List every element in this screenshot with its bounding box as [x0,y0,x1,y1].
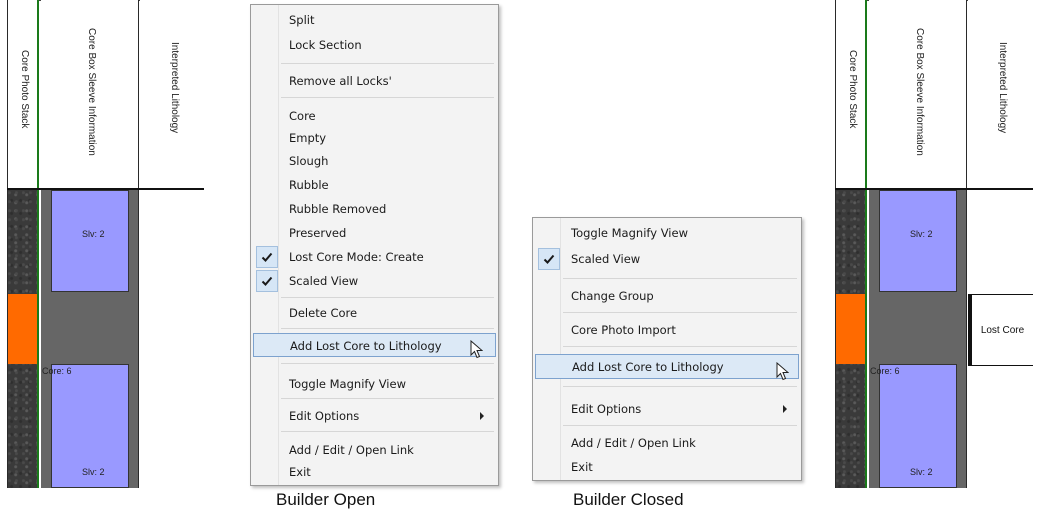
lost-core-label: Lost Core [980,324,1025,336]
core-photo-column[interactable]: Core Photo Stack [835,0,867,488]
menu-item-change-group[interactable]: Change Group [535,285,799,307]
menu-item-toggle-magnify[interactable]: Toggle Magnify View [253,373,496,395]
core-sleeve-body: Slv: 2 Core: 6 Slv: 2 [869,190,966,488]
lithology-header: Interpreted Lithology [140,0,204,188]
menu-item-rubble[interactable]: Rubble [253,174,496,196]
menu-item-exit[interactable]: Exit [253,461,496,483]
core-photo-header: Core Photo Stack [8,0,37,188]
menu-item-rubble-removed[interactable]: Rubble Removed [253,198,496,220]
menu-item-delete-core[interactable]: Delete Core [253,302,496,324]
menu-item-edit-options[interactable]: Edit Options [535,398,799,420]
menu-item-core-photo-import[interactable]: Core Photo Import [535,319,799,341]
menu-separator [281,97,494,98]
menu-item-add-lost-core[interactable]: Add Lost Core to Lithology [535,354,799,381]
menu-item-split[interactable]: Split [253,9,496,31]
menu-separator [281,398,494,399]
menu-item-lock-section[interactable]: Lock Section [253,34,496,56]
lithology-header-label: Interpreted Lithology [997,42,1008,134]
caption-builder-open: Builder Open [276,490,376,509]
core-photo-strip [8,190,37,488]
check-icon [256,270,278,292]
menu-item-preserved[interactable]: Preserved [253,222,496,244]
core-sleeve-body: Slv: 2 Core: 6 Slv: 2 [41,190,138,488]
core-sleeve-header: Core Box Sleeve Information [869,0,966,188]
lithology-header: Interpreted Lithology [968,0,1033,188]
menu-item-empty[interactable]: Empty [253,127,496,149]
sleeve-block-2[interactable]: Core: 6 Slv: 2 [42,364,129,488]
menu-item-core[interactable]: Core [253,105,496,127]
core-sleeve-column[interactable]: Core Box Sleeve Information Slv: 2 Core:… [869,0,967,488]
core-sleeve-column[interactable]: Core Box Sleeve Information Slv: 2 Core:… [41,0,139,488]
menu-item-remove-all-locks[interactable]: Remove all Locks' [253,70,496,92]
lithology-column[interactable]: Interpreted Lithology [140,0,204,488]
core-log-panel-open: Core Photo Stack Core Box Sleeve Informa… [7,0,204,488]
submenu-arrow-icon [783,405,787,413]
sleeve-block-2-top-label: Core: 6 [42,366,72,376]
core-log-panel-closed: Core Photo Stack Core Box Sleeve Informa… [835,0,1033,488]
sleeve-block-1-label: Slv: 2 [82,229,105,239]
sleeve-block-2-bottom-label: Slv: 2 [82,467,105,477]
lithology-header-label: Interpreted Lithology [169,42,180,134]
core-sleeve-header: Core Box Sleeve Information [41,0,138,188]
menu-separator [563,346,797,347]
core-sleeve-header-label: Core Box Sleeve Information [86,28,97,156]
menu-item-edit-options[interactable]: Edit Options [253,405,496,427]
menu-separator [281,63,494,64]
menu-separator [281,431,494,432]
context-menu-builder-closed: Toggle Magnify View Scaled View Change G… [532,217,802,481]
core-photo-column[interactable]: Core Photo Stack [7,0,39,488]
header-divider [835,188,1033,190]
menu-separator [281,328,494,329]
menu-separator [281,297,494,298]
mouse-pointer-icon [776,362,789,381]
lost-core-lithology-box[interactable]: Lost Core [968,294,1033,366]
mouse-pointer-icon [470,340,483,359]
check-icon [256,246,278,268]
context-menu-builder-open: Split Lock Section Remove all Locks' Cor… [250,4,499,486]
core-photo-header: Core Photo Stack [836,0,865,188]
menu-item-slough[interactable]: Slough [253,150,496,172]
core-photo-lost-section [836,294,865,364]
menu-item-toggle-magnify[interactable]: Toggle Magnify View [535,222,799,244]
sleeve-block-2[interactable]: Core: 6 Slv: 2 [870,364,957,488]
core-photo-header-label: Core Photo Stack [19,50,30,129]
sleeve-block-1[interactable]: Slv: 2 [51,190,129,292]
core-photo-lost-section [8,294,37,364]
menu-separator [563,312,797,313]
menu-item-add-edit-open-link[interactable]: Add / Edit / Open Link [253,439,496,461]
menu-item-scaled-view[interactable]: Scaled View [253,270,496,292]
menu-item-exit[interactable]: Exit [535,456,799,478]
menu-item-add-lost-core[interactable]: Add Lost Core to Lithology [253,333,496,359]
check-icon [538,248,560,270]
caption-builder-closed: Builder Closed [573,490,684,509]
menu-item-lost-core-mode[interactable]: Lost Core Mode: Create [253,246,496,268]
sleeve-block-2-top-label: Core: 6 [870,366,900,376]
sleeve-block-1-label: Slv: 2 [910,229,933,239]
core-sleeve-header-label: Core Box Sleeve Information [914,28,925,156]
menu-item-add-edit-open-link[interactable]: Add / Edit / Open Link [535,432,799,454]
menu-item-scaled-view[interactable]: Scaled View [535,248,799,270]
menu-separator [281,363,494,364]
sleeve-block-1[interactable]: Slv: 2 [879,190,957,292]
menu-separator [563,278,797,279]
core-photo-header-label: Core Photo Stack [847,50,858,129]
header-divider [7,188,204,190]
lithology-column[interactable]: Interpreted Lithology Lost Core [968,0,1033,488]
core-photo-strip [836,190,865,488]
menu-separator [563,386,797,387]
submenu-arrow-icon [480,412,484,420]
sleeve-block-2-bottom-label: Slv: 2 [910,467,933,477]
menu-separator [563,425,797,426]
